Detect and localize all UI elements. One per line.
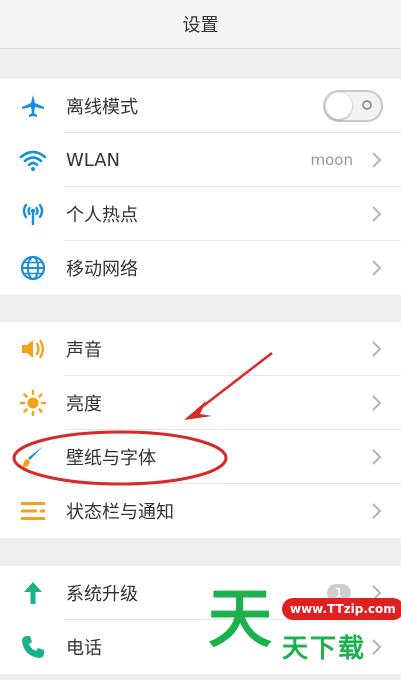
setting-label: 电话	[66, 638, 102, 659]
watermark-site: www.TTzip.com	[282, 598, 401, 620]
page-title: 设置	[182, 15, 219, 36]
chevron-right-icon	[372, 503, 382, 519]
setting-label: 个人热点	[66, 205, 138, 226]
hotspot-icon	[18, 199, 48, 229]
chevron-right-icon	[372, 152, 382, 168]
chevron-right-icon	[372, 260, 382, 276]
setting-sound[interactable]: 声音	[0, 322, 401, 376]
setting-brightness[interactable]: 亮度	[0, 376, 401, 430]
setting-hotspot[interactable]: 个人热点	[0, 187, 401, 241]
settings-group-display: 声音 亮度 壁纸与字体 状态栏与通知	[0, 322, 401, 538]
setting-label: 移动网络	[66, 259, 138, 280]
airplane-mode-toggle[interactable]	[323, 90, 383, 122]
setting-label: 状态栏与通知	[66, 502, 174, 523]
arrow-up-icon	[18, 578, 48, 608]
chevron-right-icon	[372, 395, 382, 411]
chevron-right-icon	[372, 449, 382, 465]
page-title-bar: 设置	[0, 0, 401, 49]
watermark-big-char: 天	[208, 583, 272, 657]
setting-airplane-mode[interactable]: 离线模式	[0, 79, 401, 133]
toggle-off-indicator	[362, 100, 372, 110]
setting-label: 亮度	[66, 394, 102, 415]
phone-icon	[18, 632, 48, 662]
airplane-icon	[18, 91, 48, 121]
wlan-network-name: moon	[310, 151, 353, 169]
speaker-icon	[18, 334, 48, 364]
setting-statusbar-notifications[interactable]: 状态栏与通知	[0, 484, 401, 538]
setting-label: 系统升级	[66, 584, 138, 605]
watermark-text: 天下载	[282, 634, 367, 664]
setting-wlan[interactable]: WLAN moon	[0, 133, 401, 187]
statusbar-icon	[18, 496, 48, 526]
toggle-knob	[326, 93, 352, 119]
setting-label: 壁纸与字体	[66, 448, 156, 469]
setting-label: WLAN	[66, 149, 121, 171]
paintbrush-icon	[18, 442, 48, 472]
settings-group-network: 离线模式 WLAN moon 个人热点 移动网络	[0, 79, 401, 295]
globe-icon	[18, 253, 48, 283]
site-watermark: 天 www.TTzip.com 天下载	[208, 583, 401, 680]
chevron-right-icon	[372, 206, 382, 222]
wifi-icon	[18, 145, 48, 175]
setting-wallpaper-font[interactable]: 壁纸与字体	[0, 430, 401, 484]
setting-mobile-network[interactable]: 移动网络	[0, 241, 401, 295]
chevron-right-icon	[372, 341, 382, 357]
sun-icon	[18, 388, 48, 418]
setting-label: 声音	[66, 340, 102, 361]
setting-label: 离线模式	[66, 97, 138, 118]
